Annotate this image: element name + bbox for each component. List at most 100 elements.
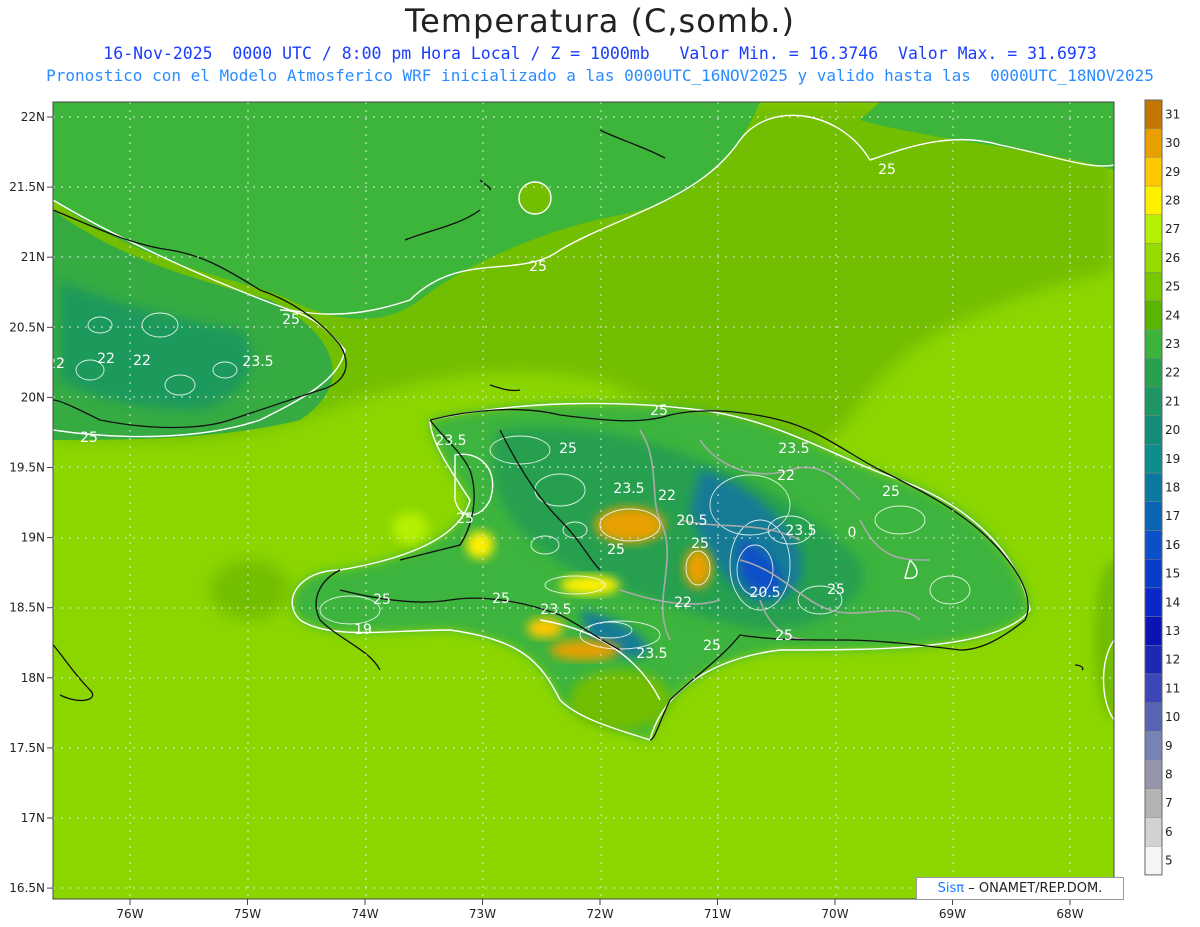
colorbar-swatch — [1144, 185, 1163, 216]
colorbar-swatch — [1144, 214, 1163, 244]
colorbar-swatch — [1144, 243, 1163, 273]
contour-label: 25 — [827, 582, 845, 598]
lat-tick-label: 18.5N — [9, 601, 45, 615]
contour-label: 22 — [133, 353, 151, 369]
contour-label: 25 — [703, 638, 721, 654]
contour-label: 25 — [878, 162, 896, 178]
lat-tick-label: 17.5N — [9, 741, 45, 755]
contour-label: 22 — [674, 595, 692, 611]
lat-tick-label: 21.5N — [9, 180, 45, 194]
colorbar-swatch — [1144, 386, 1163, 416]
contour-label: 23.5 — [785, 523, 816, 539]
lon-tick-label: 68W — [1056, 907, 1083, 921]
contour-label: 25 — [373, 592, 391, 608]
contour-label: 25 — [607, 542, 625, 558]
credit-org: – ONAMET/REP.DOM. — [968, 881, 1103, 896]
colorbar-label: 26 — [1165, 251, 1180, 265]
colorbar-label: 11 — [1165, 681, 1180, 695]
contour-label: 25 — [282, 312, 300, 328]
contour-label: 25 — [529, 259, 547, 275]
lat-tick-label: 20N — [21, 390, 45, 404]
temperature-field — [53, 102, 1114, 899]
colorbar-label: 25 — [1165, 280, 1180, 294]
contour-label: 25 — [559, 441, 577, 457]
lat-tick-label: 17N — [21, 811, 45, 825]
colorbar-label: 19 — [1165, 452, 1180, 466]
lon-tick-label: 69W — [939, 907, 966, 921]
contour-label: 23.5 — [435, 433, 466, 449]
contour-label: 22 — [47, 356, 65, 372]
colorbar-swatch — [1144, 788, 1163, 818]
contour-label: 20.5 — [676, 513, 707, 529]
colorbar-label: 13 — [1165, 624, 1180, 638]
credit-sis: Sisπ — [937, 881, 965, 896]
contour-label: 22 — [777, 468, 795, 484]
colorbar-swatch — [1144, 128, 1163, 158]
lat-tick-label: 22N — [21, 110, 45, 124]
colorbar-label: 6 — [1165, 825, 1173, 839]
colorbar-swatch — [1144, 702, 1163, 732]
colorbar-swatch — [1144, 817, 1163, 847]
colorbar-label: 5 — [1165, 854, 1173, 868]
colorbar-label: 22 — [1165, 366, 1180, 380]
colorbar-label: 21 — [1165, 394, 1180, 408]
colorbar-swatch — [1144, 587, 1163, 617]
lat-tick-label: 18N — [21, 671, 45, 685]
colorbar-swatch — [1144, 300, 1163, 330]
contour-label: 23.5 — [778, 441, 809, 457]
colorbar-label: 30 — [1165, 136, 1180, 150]
colorbar-swatch — [1144, 329, 1163, 359]
lon-tick-label: 74W — [351, 907, 378, 921]
colorbar-swatch — [1144, 530, 1163, 560]
lat-tick-label: 19.5N — [9, 461, 45, 475]
contour-label: 19 — [354, 622, 372, 638]
lon-tick-label: 72W — [586, 907, 613, 921]
contour-label: 25 — [882, 484, 900, 500]
colorbar-swatch — [1144, 472, 1163, 503]
contour-label: 25 — [775, 628, 793, 644]
longitude-axis: 76W 75W 74W 73W 72W 71W 70W 69W 68W — [116, 899, 1084, 921]
colorbar-swatch — [1144, 358, 1163, 388]
colorbar-label: 18 — [1165, 480, 1180, 494]
temperature-colorbar: 31 30 29 28 27 26 25 24 23 22 21 20 19 18 17 16 15 14 13 12… — [1144, 99, 1180, 876]
colorbar-label: 23 — [1165, 337, 1180, 351]
colorbar-label: 27 — [1165, 222, 1180, 236]
colorbar-swatch — [1144, 846, 1163, 876]
colorbar-label: 12 — [1165, 653, 1180, 667]
contour-label: 25 — [492, 591, 510, 607]
contour-label: 25 — [80, 430, 98, 446]
contour-label: 23.5 — [540, 602, 571, 618]
colorbar-label: 7 — [1165, 796, 1173, 810]
lon-tick-label: 75W — [234, 907, 261, 921]
colorbar-label: 17 — [1165, 509, 1180, 523]
colorbar-label: 31 — [1165, 107, 1180, 121]
contour-label: 22 — [97, 351, 115, 367]
colorbar-swatch — [1144, 559, 1163, 589]
lat-tick-label: 20.5N — [9, 320, 45, 334]
colorbar-swatch — [1144, 501, 1163, 531]
colorbar-label: 28 — [1165, 193, 1180, 207]
colorbar-swatch — [1144, 415, 1163, 445]
contour-label: 23.5 — [613, 481, 644, 497]
colorbar-label: 29 — [1165, 165, 1180, 179]
colorbar-swatch — [1144, 645, 1163, 675]
colorbar-label: 14 — [1165, 595, 1180, 609]
colorbar-swatch — [1144, 616, 1163, 646]
credit-box: Sisπ – ONAMET/REP.DOM. — [916, 877, 1124, 900]
colorbar-label: 8 — [1165, 767, 1173, 781]
lat-tick-label: 16.5N — [9, 881, 45, 895]
colorbar-swatch — [1144, 272, 1163, 302]
contour-label: 25 — [456, 511, 474, 527]
colorbar-label: 16 — [1165, 538, 1180, 552]
lon-tick-label: 76W — [116, 907, 143, 921]
colorbar-swatch — [1144, 444, 1163, 474]
contour-label: 22 — [658, 488, 676, 504]
colorbar-swatch — [1144, 673, 1163, 703]
colorbar-label: 20 — [1165, 423, 1180, 437]
colorbar-label: 15 — [1165, 567, 1180, 581]
lat-tick-label: 19N — [21, 531, 45, 545]
colorbar-label: 24 — [1165, 308, 1180, 322]
colorbar-label: 9 — [1165, 739, 1173, 753]
colorbar-swatch — [1144, 731, 1163, 761]
colorbar-swatch — [1144, 759, 1163, 789]
